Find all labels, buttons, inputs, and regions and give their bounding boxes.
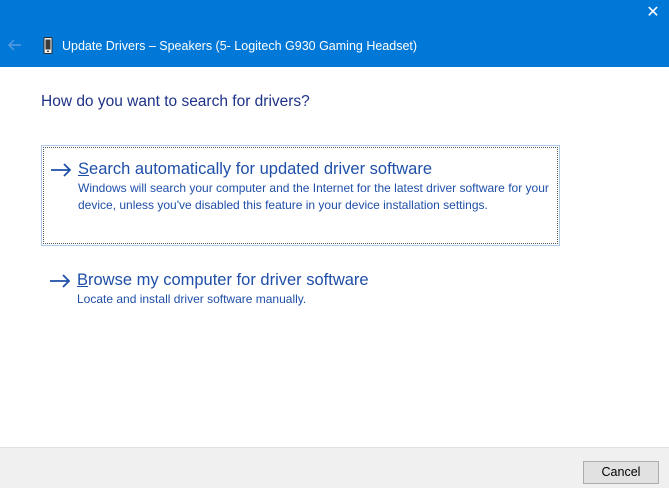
back-arrow-icon: [8, 39, 21, 51]
search-automatically-description: Windows will search your computer and th…: [78, 181, 549, 212]
browse-computer-title: Browse my computer for driver software: [77, 270, 369, 290]
search-automatically-title: Search automatically for updated driver …: [78, 160, 433, 178]
device-icon: [43, 37, 53, 54]
arrow-right-icon: [51, 163, 72, 177]
arrow-right-icon: [50, 274, 71, 288]
title-bar: ✕ Update Drivers – Speakers (5- Logitech…: [0, 0, 669, 67]
footer-bar: Cancel: [0, 447, 669, 488]
browse-computer-title-first: B: [77, 271, 89, 289]
browse-computer-description: Locate and install driver software manua…: [77, 292, 307, 306]
window-title: Update Drivers – Speakers (5- Logitech G…: [62, 39, 418, 53]
search-automatically-option[interactable]: Search automatically for updated driver …: [41, 145, 560, 246]
browse-computer-title-rest: rowse my computer for driver software: [88, 271, 369, 289]
page-heading: How do you want to search for drivers?: [41, 93, 310, 110]
back-button[interactable]: [6, 36, 24, 54]
cancel-button[interactable]: Cancel: [583, 461, 659, 484]
close-button[interactable]: ✕: [637, 0, 669, 26]
update-drivers-window: ✕ Update Drivers – Speakers (5- Logitech…: [0, 0, 669, 488]
browse-computer-option[interactable]: Browse my computer for driver software L…: [41, 262, 560, 318]
close-icon: ✕: [646, 4, 660, 21]
